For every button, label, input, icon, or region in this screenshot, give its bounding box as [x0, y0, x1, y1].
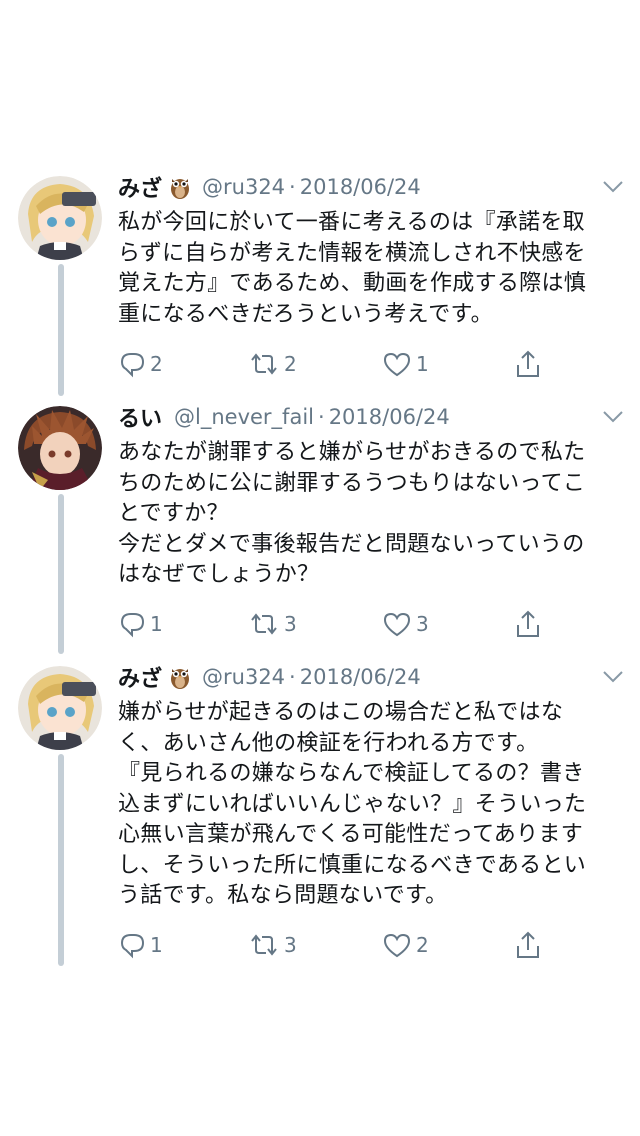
avatar-column [18, 666, 104, 750]
avatar-column [18, 176, 104, 260]
owl-emoji-icon [171, 179, 190, 199]
chevron-down-icon[interactable] [602, 410, 624, 424]
share-button[interactable] [514, 927, 542, 963]
timestamp[interactable]: 2018/06/24 [300, 665, 421, 689]
reply-button[interactable]: 2 [118, 346, 163, 382]
separator-dot: · [289, 175, 296, 199]
chevron-down-icon[interactable] [602, 180, 624, 194]
retweet-count: 3 [284, 933, 297, 957]
tweet-body: るい @l_never_fail · 2018/06/24 あなたが謝罪すると嫌… [118, 400, 624, 591]
like-icon [383, 352, 411, 377]
reply-icon [120, 613, 145, 638]
like-icon [383, 612, 411, 637]
timestamp[interactable]: 2018/06/24 [300, 175, 421, 199]
tweet-text: 嫌がらせが起きるのはこの場合だと私ではな く、あいさん他の検証を行われる方です。… [118, 700, 587, 908]
like-count: 3 [416, 612, 429, 636]
owl-emoji-icon [171, 669, 190, 689]
tweet-actions: 1 3 3 [0, 606, 640, 646]
tweet-text: 私が今回に於いて一番に考えるのは『承諾を取 らずに自らが考えた情報を横流しされ不… [118, 210, 587, 327]
tweet-header: みざ @ru324 · 2018/06/24 [118, 660, 624, 694]
handle[interactable]: @ru324 [202, 665, 285, 689]
avatar[interactable] [18, 406, 102, 490]
tweet-body: みざ @ru324 · 2018/06/24 嫌がらせが起きるのはこの場合だと私… [118, 660, 624, 912]
retweet-button[interactable]: 3 [248, 927, 297, 963]
tweet-header: みざ @ru324 · 2018/06/24 [118, 170, 624, 204]
like-button[interactable]: 2 [382, 927, 429, 963]
handle[interactable]: @l_never_fail [174, 405, 314, 429]
chevron-down-icon[interactable] [602, 670, 624, 684]
separator-dot: · [318, 405, 325, 429]
share-icon [517, 350, 539, 377]
tweet-body: みざ @ru324 · 2018/06/24 私が今回に於いて一番に考えるのは『… [118, 170, 624, 330]
reply-icon [120, 353, 145, 378]
like-button[interactable]: 3 [382, 606, 429, 642]
reply-icon [120, 934, 145, 959]
avatar[interactable] [18, 666, 102, 750]
retweet-button[interactable]: 2 [248, 346, 297, 382]
like-count: 1 [416, 352, 429, 376]
reply-count: 1 [150, 933, 163, 957]
retweet-count: 2 [284, 352, 297, 376]
tweet-text: あなたが謝罪すると嫌がらせがおきるので私た ちのために公に謝罪するうつもりはない… [118, 440, 586, 587]
timestamp[interactable]: 2018/06/24 [329, 405, 450, 429]
retweet-count: 3 [284, 612, 297, 636]
handle[interactable]: @ru324 [202, 175, 285, 199]
share-icon [517, 931, 539, 958]
display-name[interactable]: みざ [118, 661, 162, 693]
tweet-actions: 2 2 1 [0, 346, 640, 386]
share-button[interactable] [514, 346, 542, 382]
display-name[interactable]: みざ [118, 171, 162, 203]
retweet-button[interactable]: 3 [248, 606, 297, 642]
separator-dot: · [289, 665, 296, 689]
reply-count: 1 [150, 612, 163, 636]
display-name[interactable]: るい [118, 401, 162, 433]
share-icon [517, 610, 539, 637]
tweet-header: るい @l_never_fail · 2018/06/24 [118, 400, 624, 434]
like-icon [383, 933, 411, 958]
retweet-icon [251, 353, 277, 375]
reply-button[interactable]: 1 [118, 606, 163, 642]
share-button[interactable] [514, 606, 542, 642]
like-button[interactable]: 1 [382, 346, 429, 382]
tweet-actions: 1 3 2 [0, 927, 640, 967]
avatar[interactable] [18, 176, 102, 260]
avatar-column [18, 406, 104, 490]
like-count: 2 [416, 933, 429, 957]
reply-button[interactable]: 1 [118, 927, 163, 963]
reply-count: 2 [150, 352, 163, 376]
retweet-icon [251, 934, 277, 956]
retweet-icon [251, 613, 277, 635]
